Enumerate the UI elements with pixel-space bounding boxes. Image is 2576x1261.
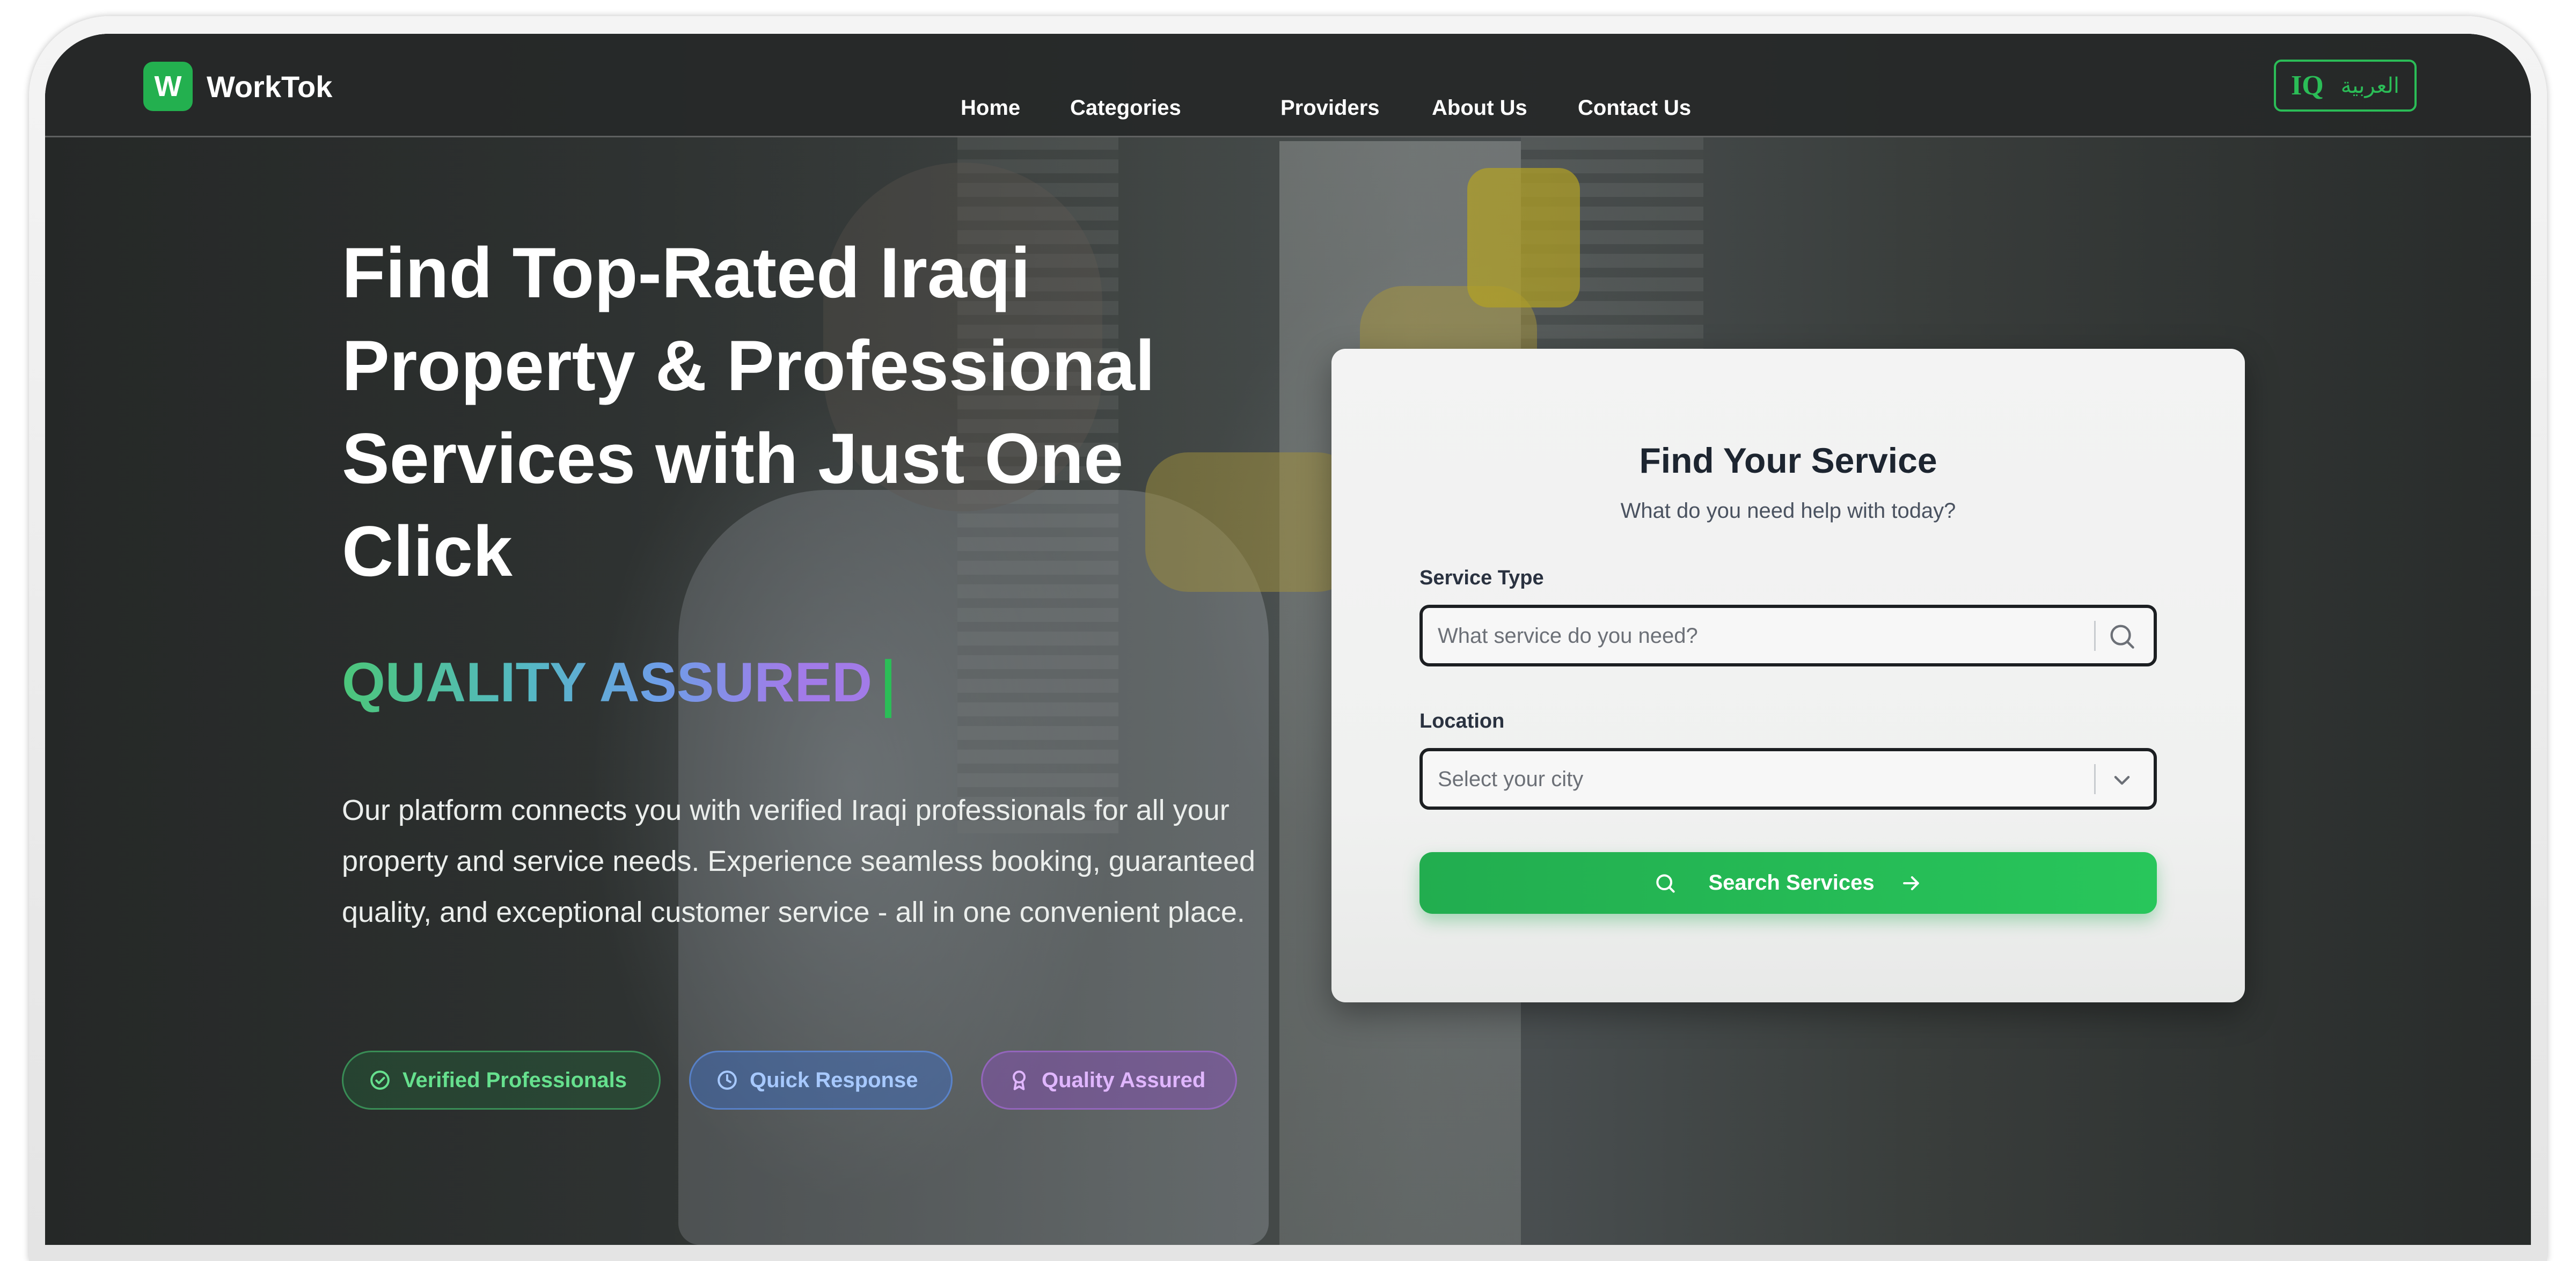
service-type-label: Service Type — [1419, 567, 1544, 589]
nav-link-categories[interactable]: Categories — [1070, 97, 1181, 119]
top-navbar: W WorkTok Home Categories Providers Abou… — [45, 34, 2531, 137]
nav-link-home[interactable]: Home — [961, 97, 1020, 119]
badge-quality-assured: Quality Assured — [981, 1051, 1237, 1110]
search-icon[interactable] — [2106, 621, 2138, 652]
badge-label: Quality Assured — [1042, 1068, 1206, 1092]
location-label: Location — [1419, 710, 1505, 732]
card-title: Find Your Service — [1639, 441, 1937, 480]
badge-quick-response: Quick Response — [689, 1051, 953, 1110]
location-select[interactable]: Select your city — [1419, 748, 2157, 810]
browser-viewport: W WorkTok Home Categories Providers Abou… — [45, 34, 2531, 1245]
language-switcher-button[interactable]: IQ العربية — [2274, 60, 2417, 112]
language-code: IQ — [2291, 70, 2324, 101]
badge-label: Quick Response — [750, 1068, 918, 1092]
brand-name: WorkTok — [207, 69, 333, 104]
hero-title: Find Top-Rated Iraqi Property & Professi… — [342, 233, 1155, 591]
chevron-down-icon[interactable] — [2106, 764, 2138, 795]
award-icon — [1008, 1069, 1030, 1091]
clock-icon — [716, 1069, 738, 1091]
check-circle-icon — [369, 1069, 391, 1091]
field-divider — [2094, 621, 2096, 651]
card-subtitle: What do you need help with today? — [1620, 499, 1956, 523]
language-label: العربية — [2340, 74, 2399, 98]
field-divider — [2094, 764, 2096, 794]
search-services-button[interactable]: Search Services — [1419, 852, 2157, 914]
brand-logo-icon: W — [143, 62, 193, 111]
search-icon — [1653, 871, 1677, 895]
badge-label: Verified Professionals — [402, 1068, 627, 1092]
nav-link-about-us[interactable]: About Us — [1432, 97, 1527, 119]
nav-link-contact-us[interactable]: Contact Us — [1578, 97, 1691, 119]
badge-verified-professionals: Verified Professionals — [342, 1051, 661, 1110]
brand[interactable]: W WorkTok — [143, 62, 332, 111]
location-placeholder: Select your city — [1438, 767, 1584, 791]
nav-link-providers[interactable]: Providers — [1280, 97, 1380, 119]
find-service-card: Find Your Service What do you need help … — [1331, 349, 2245, 1002]
typing-caret — [885, 659, 891, 718]
service-type-placeholder: What service do you need? — [1438, 624, 1698, 648]
hero-description: Our platform connects you with verified … — [342, 794, 1256, 928]
arrow-right-icon — [1899, 871, 1923, 895]
hero-tagline: QUALITY ASSURED — [342, 651, 873, 714]
search-button-label: Search Services — [1708, 871, 1875, 895]
service-type-input[interactable]: What service do you need? — [1419, 605, 2157, 666]
